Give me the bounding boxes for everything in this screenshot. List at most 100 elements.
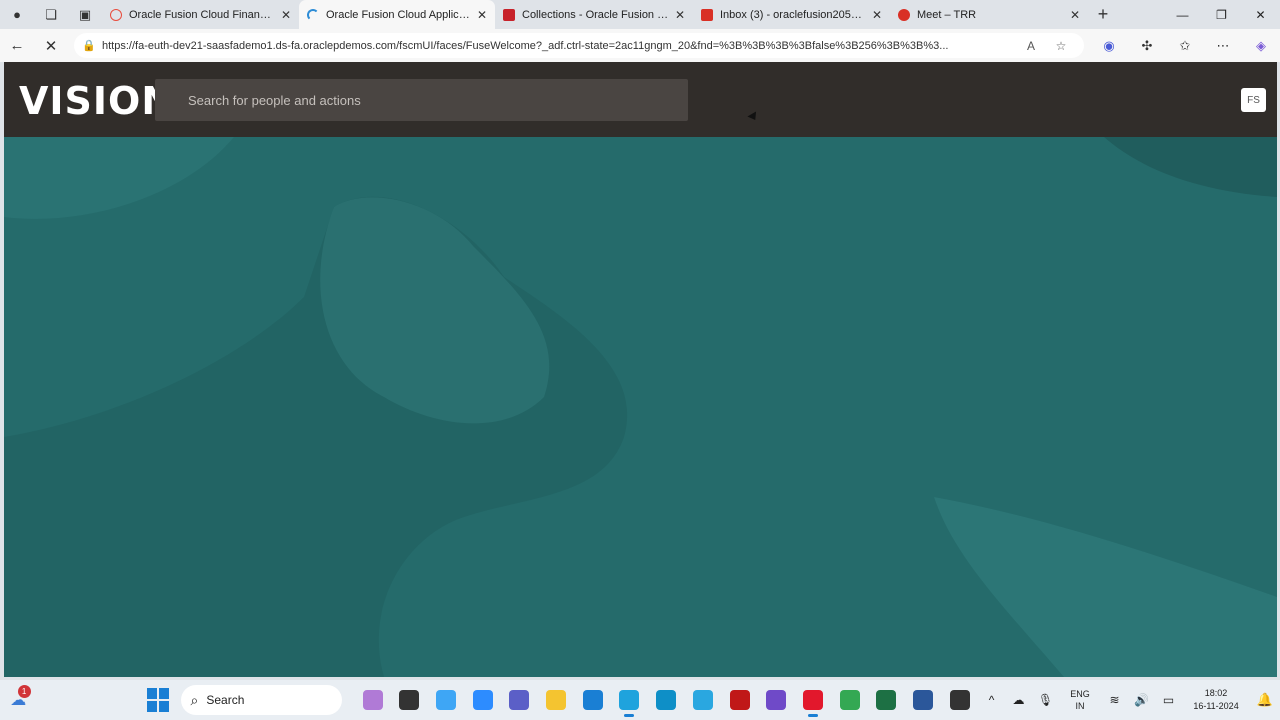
folders-app[interactable] bbox=[538, 680, 575, 720]
ms-copilot-app[interactable] bbox=[428, 680, 465, 720]
onedrive-icon[interactable]: ☁ bbox=[1005, 693, 1032, 707]
browser-tab-1[interactable]: Oracle Fusion Cloud Financials: A ✕ bbox=[102, 0, 299, 29]
close-tab-icon[interactable]: ✕ bbox=[872, 8, 882, 22]
excel-app[interactable] bbox=[868, 680, 905, 720]
address-url[interactable]: https://fa-euth-dev21-saasfademo1.ds-fa.… bbox=[102, 40, 1016, 52]
taskbar-apps bbox=[354, 680, 978, 720]
file-explorer-app[interactable] bbox=[391, 680, 428, 720]
favorite-star-icon[interactable]: ☆ bbox=[1046, 39, 1076, 53]
browser-toolbar: ← ✕ 🔒 https://fa-euth-dev21-saasfademo1.… bbox=[0, 29, 1280, 62]
chevron-up-icon[interactable]: ^ bbox=[978, 693, 1005, 707]
mcafee-app-icon bbox=[729, 690, 750, 710]
system-tray: ^ ☁ 🎙 ENG IN ≋ 🔊 ▭ 18:02 16-11-2024 🔔 bbox=[978, 687, 1280, 713]
ie-app-icon bbox=[692, 690, 713, 710]
windows-taskbar: ☁ 1 ⌕ Search ^ ☁ 🎙 ENG IN ≋ 🔊 ▭ 18:02 16… bbox=[0, 680, 1280, 720]
folders-app-icon bbox=[546, 690, 567, 710]
copilot-app[interactable] bbox=[354, 680, 391, 720]
toolbar-extensions: ◉ ✣ ✩ ⋯ ◈ bbox=[1090, 31, 1280, 61]
loading-spinner-icon bbox=[307, 8, 319, 21]
more-menu-icon[interactable]: ⋯ bbox=[1204, 31, 1242, 61]
ms-copilot-app-icon bbox=[436, 690, 457, 710]
excel-app-icon bbox=[876, 690, 897, 710]
rec-app-icon bbox=[949, 690, 970, 710]
file-explorer-app-icon bbox=[399, 690, 420, 710]
oracle-fusion-page: VISION FS bbox=[4, 62, 1277, 677]
mcafee-app[interactable] bbox=[721, 680, 758, 720]
clock-date: 16-11-2024 bbox=[1193, 701, 1239, 711]
teams-app[interactable] bbox=[501, 680, 538, 720]
edge-app[interactable] bbox=[611, 680, 648, 720]
sql-app-icon bbox=[656, 690, 677, 710]
global-search[interactable] bbox=[155, 79, 688, 121]
taskbar-search[interactable]: ⌕ Search bbox=[180, 685, 343, 715]
browser-extension-icon[interactable]: ◉ bbox=[1090, 31, 1128, 61]
zoom-app[interactable] bbox=[464, 680, 501, 720]
widgets-button[interactable]: ☁ 1 bbox=[0, 680, 37, 720]
copilot-icon[interactable]: ◈ bbox=[1242, 31, 1280, 61]
taskbar-search-label: Search bbox=[206, 693, 245, 707]
clock-time: 18:02 bbox=[1204, 688, 1228, 698]
vision-logo[interactable]: VISION bbox=[19, 79, 174, 123]
browser-tab-3[interactable]: Collections - Oracle Fusion Cloud ✕ bbox=[495, 0, 693, 29]
microphone-icon[interactable]: 🎙 bbox=[1032, 693, 1059, 707]
snipping-app-icon bbox=[766, 690, 787, 710]
read-aloud-icon[interactable]: A bbox=[1016, 39, 1046, 53]
browser-tab-2-active[interactable]: Oracle Fusion Cloud Applications ✕ bbox=[299, 0, 495, 29]
favorites-icon[interactable]: ✩ bbox=[1166, 31, 1204, 61]
ie-app[interactable] bbox=[685, 680, 722, 720]
store-app-icon bbox=[582, 690, 603, 710]
app-header: VISION FS bbox=[4, 62, 1277, 137]
search-input[interactable] bbox=[188, 92, 688, 108]
close-tab-icon[interactable]: ✕ bbox=[477, 8, 487, 22]
notification-bell-icon[interactable]: 🔔 bbox=[1250, 692, 1280, 708]
opera-app[interactable] bbox=[795, 680, 832, 720]
sql-app[interactable] bbox=[648, 680, 685, 720]
language-indicator[interactable]: ENG IN bbox=[1065, 688, 1095, 712]
close-tab-icon[interactable]: ✕ bbox=[281, 8, 291, 22]
word-app-icon bbox=[912, 690, 933, 710]
back-icon[interactable]: ← bbox=[0, 31, 34, 61]
browser-tab-4[interactable]: Inbox (3) - oraclefusion2050@gm ✕ bbox=[693, 0, 890, 29]
word-app[interactable] bbox=[905, 680, 942, 720]
snipping-app[interactable] bbox=[758, 680, 795, 720]
extensions-puzzle-icon[interactable]: ✣ bbox=[1128, 31, 1166, 61]
rec-app[interactable] bbox=[941, 680, 978, 720]
welcome-hero-background bbox=[4, 137, 1277, 677]
chrome-app[interactable] bbox=[831, 680, 868, 720]
chrome-app-icon bbox=[839, 690, 860, 710]
address-bar[interactable]: 🔒 https://fa-euth-dev21-saasfademo1.ds-f… bbox=[74, 33, 1084, 58]
workspaces-icon[interactable]: ❏ bbox=[34, 0, 68, 29]
profile-icon[interactable]: ● bbox=[0, 0, 34, 29]
user-avatar[interactable]: FS bbox=[1241, 88, 1266, 112]
wifi-icon[interactable]: ≋ bbox=[1101, 693, 1128, 707]
restore-button[interactable]: ❐ bbox=[1202, 0, 1241, 29]
start-windows-icon[interactable] bbox=[146, 688, 169, 712]
notification-badge: 1 bbox=[17, 685, 31, 698]
edge-app-icon bbox=[619, 690, 640, 710]
gmail-icon bbox=[701, 8, 713, 21]
close-tab-icon[interactable]: ✕ bbox=[1070, 8, 1080, 22]
new-tab-button[interactable]: + bbox=[1088, 0, 1118, 29]
store-app[interactable] bbox=[574, 680, 611, 720]
lock-icon[interactable]: 🔒 bbox=[82, 39, 102, 52]
battery-icon[interactable]: ▭ bbox=[1155, 693, 1182, 707]
hero-pattern bbox=[4, 137, 1277, 677]
clock[interactable]: 18:02 16-11-2024 bbox=[1182, 687, 1250, 713]
search-icon: ⌕ bbox=[190, 691, 199, 708]
oracle-red-favicon-icon bbox=[503, 8, 515, 21]
teams-app-icon bbox=[509, 690, 530, 710]
window-controls: — ❐ ✕ bbox=[1163, 0, 1280, 29]
tab-actions-icon[interactable]: ▣ bbox=[68, 0, 102, 29]
stop-loading-icon[interactable]: ✕ bbox=[34, 31, 68, 61]
opera-app-icon bbox=[802, 690, 823, 710]
oracle-favicon-icon bbox=[110, 8, 122, 21]
volume-icon[interactable]: 🔊 bbox=[1128, 693, 1155, 707]
browser-tab-strip: ● ❏ ▣ Oracle Fusion Cloud Financials: A … bbox=[0, 0, 1280, 29]
zoom-app-icon bbox=[472, 690, 493, 710]
close-window-button[interactable]: ✕ bbox=[1241, 0, 1280, 29]
close-tab-icon[interactable]: ✕ bbox=[675, 8, 685, 22]
copilot-app-icon bbox=[362, 690, 383, 710]
browser-tab-5[interactable]: Meet – TRR ✕ bbox=[890, 0, 1088, 29]
meet-icon bbox=[898, 8, 910, 21]
minimize-button[interactable]: — bbox=[1163, 0, 1202, 29]
